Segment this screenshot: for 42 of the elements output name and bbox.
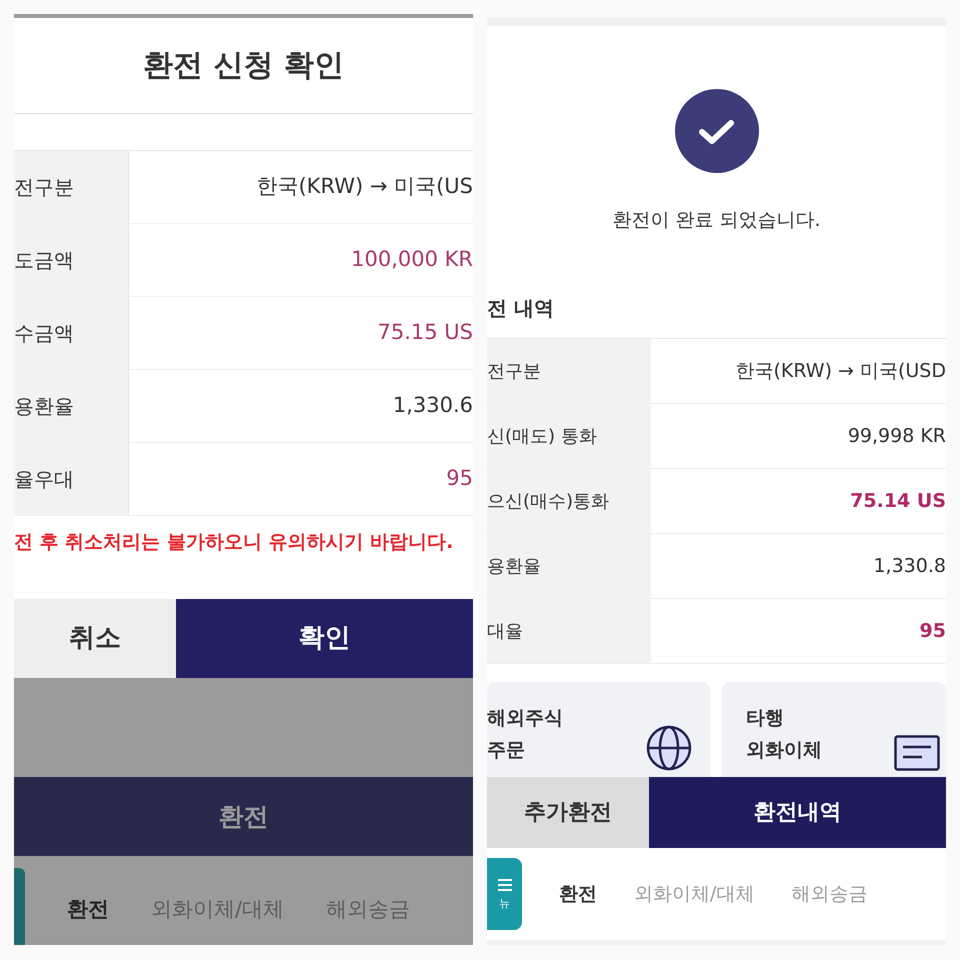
row-value: 95 (918, 618, 946, 644)
row-label: 으신(매수)통화 (487, 469, 651, 533)
row-label: 전구분 (14, 151, 129, 223)
row-label: 전구분 (487, 339, 651, 403)
check-circle-icon (674, 89, 758, 173)
row-value: 75.14 US (849, 488, 946, 514)
row-value: 100,000 KR (350, 246, 473, 274)
section-title: 전 내역 (487, 296, 555, 320)
row-value: 95 (445, 465, 473, 492)
cancel-button[interactable]: 취소 (14, 599, 176, 678)
menu-icon (498, 878, 512, 892)
globe-icon (646, 725, 692, 771)
row-value: 한국(KRW) → 미국(US (255, 173, 473, 200)
nav-tab[interactable]: 환전 (67, 894, 109, 926)
row-value: 한국(KRW) → 미국(USD (734, 358, 946, 384)
row-value: 75.15 US (376, 319, 473, 346)
row-value: 1,330.8 (872, 554, 946, 579)
row-label: 대율 (487, 599, 651, 663)
document-icon (894, 735, 940, 771)
shortcut-card[interactable]: 타행 외화이체 (722, 682, 946, 777)
nav-tab[interactable]: 환전 (559, 880, 597, 908)
card-label: 외화이체 (746, 738, 822, 763)
menu-tab[interactable] (14, 868, 25, 945)
row-label: 도금액 (14, 224, 129, 296)
card-label: 타행 (746, 706, 785, 731)
confirm-button[interactable]: 확인 (176, 599, 473, 678)
shortcut-card[interactable]: 해외주식 주문 (487, 682, 710, 777)
card-label: 해외주식 (487, 706, 563, 731)
add-exchange-button[interactable]: 추가환전 (487, 777, 649, 848)
row-label: 율우대 (14, 443, 129, 515)
row-label: 용환율 (14, 370, 129, 442)
row-value: 99,998 KR (846, 424, 946, 449)
warning-text: 전 후 취소처리는 불가하오니 유의하시기 바랍니다. (14, 530, 454, 555)
dialog-title: 환전 신청 확인 (143, 48, 344, 84)
row-label: 신(매도) 통화 (487, 404, 651, 468)
header-title: 환전 (218, 800, 268, 833)
history-button[interactable]: 환전내역 (649, 777, 946, 848)
row-label: 수금액 (14, 297, 129, 369)
row-label: 용환율 (487, 534, 651, 598)
row-value: 1,330.6 (392, 392, 473, 420)
card-label: 주문 (487, 738, 526, 763)
success-message: 환전이 완료 되었습니다. (612, 208, 821, 232)
